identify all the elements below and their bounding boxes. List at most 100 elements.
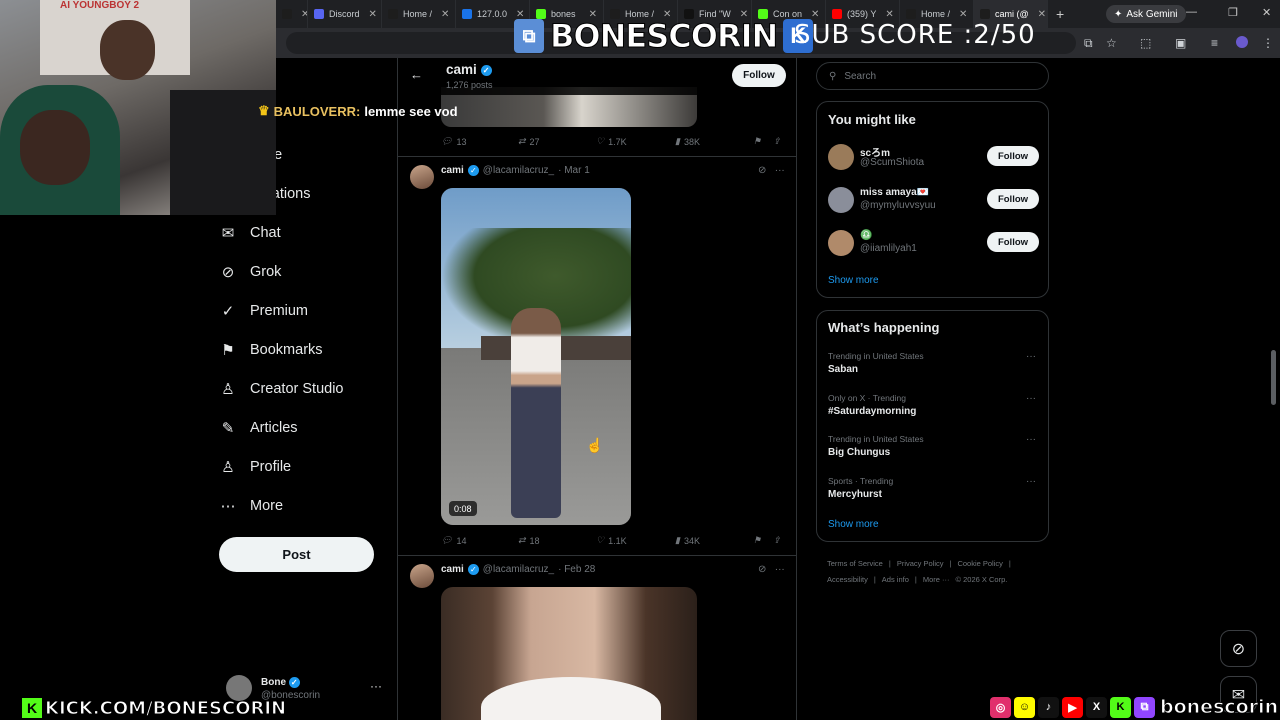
back-arrow-icon[interactable]: ←	[410, 67, 423, 82]
maximize-icon[interactable]: ❐	[1228, 6, 1238, 19]
tweet-header: cami ✓ @lacamilacruz_ · Feb 28	[441, 564, 595, 575]
search-input[interactable]: ⚲ Search	[816, 62, 1049, 90]
repost-button[interactable]: ⇄ 27	[518, 136, 540, 147]
tweet-author-name[interactable]: cami	[441, 165, 464, 176]
show-more-link[interactable]: Show more	[828, 519, 879, 530]
media-icon[interactable]: ≡	[1211, 36, 1218, 50]
bookmark-button[interactable]: ⚑	[753, 136, 761, 147]
trend-title: Saban	[828, 364, 859, 375]
tweet-author-handle[interactable]: @lacamilacruz_	[483, 564, 554, 575]
like-button[interactable]: ♡ 1.1K	[596, 535, 627, 546]
webcam-overlay: AI YOUNGBOY 2	[0, 0, 276, 215]
more-dots-icon[interactable]: ···	[775, 564, 785, 575]
social-handle: bonescorin	[1159, 696, 1279, 719]
close-tab-icon[interactable]: ✕	[1034, 9, 1046, 20]
nav-item-profile[interactable]: ♙ Profile	[220, 452, 291, 482]
footer-link[interactable]: Ads info	[882, 575, 909, 584]
bookmark-button[interactable]: ⚑	[753, 535, 761, 546]
more-dots-icon[interactable]: ···	[1026, 476, 1036, 487]
views-button[interactable]: ▮ 34K	[675, 535, 700, 546]
minimize-icon[interactable]: —	[1186, 6, 1197, 18]
tweet-date[interactable]: · Mar 1	[558, 165, 590, 176]
trend-item[interactable]: Trending in United States Saban ···	[828, 351, 1040, 381]
like-button[interactable]: ♡ 1.7K	[596, 136, 627, 147]
mouse-cursor-icon: ☝	[586, 437, 604, 453]
more-dots-icon[interactable]: ···	[1026, 434, 1036, 445]
scrollbar[interactable]	[1271, 350, 1276, 405]
close-tab-icon[interactable]: ✕	[955, 9, 967, 20]
share-button[interactable]: ⇪	[773, 136, 781, 147]
nav-item-creator[interactable]: ♙ Creator Studio	[220, 374, 344, 404]
nav-item-grok[interactable]: ⊘ Grok	[220, 257, 282, 287]
nav-item-article[interactable]: ✎ Articles	[220, 413, 298, 443]
profile-avatar-icon[interactable]	[1236, 36, 1248, 48]
browser-tab[interactable]: Home /✕	[382, 0, 456, 28]
suggestion-row[interactable]: scろm @ScumShiota Follow	[828, 142, 1040, 172]
grok-explain-icon[interactable]: ⊘	[758, 564, 766, 575]
tweet-video[interactable]: 0:08	[441, 188, 631, 525]
browser-tab[interactable]: Discord ✕	[308, 0, 382, 28]
grok-explain-icon[interactable]: ⊘	[758, 165, 766, 176]
follow-button[interactable]: Follow	[732, 64, 786, 87]
footer-link[interactable]: Cookie Policy	[957, 559, 1002, 568]
views-button[interactable]: ▮ 38K	[675, 136, 700, 147]
kick-icon: K	[22, 698, 42, 718]
close-window-icon[interactable]: ✕	[1262, 6, 1271, 19]
new-tab-icon[interactable]: +	[1048, 0, 1072, 28]
extensions-icon[interactable]: ⬚	[1140, 36, 1151, 50]
footer-link[interactable]: © 2026 X Corp.	[956, 575, 1008, 584]
trend-item[interactable]: Trending in United States Big Chungus ···	[828, 434, 1040, 464]
tab-label: 127.0.0	[477, 9, 508, 19]
browser-tab[interactable]: Home /✕	[276, 0, 308, 28]
footer-link[interactable]: More ···	[923, 575, 950, 584]
post-button[interactable]: Post	[219, 537, 374, 572]
more-dots-icon[interactable]: ···	[1026, 393, 1036, 404]
reply-button[interactable]: 💬︎ 13	[441, 136, 466, 147]
chat-username: BAULOVERR:	[273, 103, 361, 119]
nav-item-premium[interactable]: ✓ Premium	[220, 296, 308, 326]
footer-link[interactable]: Accessibility	[827, 575, 868, 584]
tweet-author-name[interactable]: cami	[441, 564, 464, 575]
footer-link[interactable]: Privacy Policy	[897, 559, 944, 568]
nav-item-bookmark[interactable]: ⚑ Bookmarks	[220, 335, 322, 365]
nav-item-mail[interactable]: ✉ Chat	[220, 218, 281, 248]
grok-icon[interactable]: ⊘	[1220, 630, 1257, 667]
more-dots-icon[interactable]: ···	[775, 165, 785, 176]
more-dots-icon[interactable]: ···	[370, 679, 382, 693]
footer-link[interactable]: Terms of Service	[827, 559, 883, 568]
youtube-icon: ▶	[1062, 696, 1083, 718]
sidepanel-icon[interactable]: ▣	[1175, 36, 1186, 50]
follow-button[interactable]: Follow	[987, 189, 1039, 209]
close-tab-icon[interactable]: ✕	[297, 9, 307, 20]
suggestion-row[interactable]: miss amaya💌 @mymyluvvsyuu Follow	[828, 185, 1040, 215]
divider	[398, 555, 796, 556]
follow-button[interactable]: Follow	[987, 232, 1039, 252]
profile-icon: ♙	[221, 459, 235, 476]
gemini-icon: ✦	[1114, 8, 1123, 20]
tweet-date[interactable]: · Feb 28	[558, 564, 595, 575]
star-icon[interactable]: ☆	[1106, 36, 1117, 50]
show-more-link[interactable]: Show more	[828, 275, 879, 286]
close-tab-icon[interactable]: ✕	[365, 9, 377, 20]
tweet-author-handle[interactable]: @lacamilacruz_	[483, 165, 554, 176]
tweet-image[interactable]	[441, 587, 697, 720]
follow-button[interactable]: Follow	[987, 146, 1039, 166]
ask-gemini-button[interactable]: ✦ Ask Gemini	[1106, 5, 1186, 23]
avatar[interactable]	[410, 165, 434, 189]
trend-item[interactable]: Sports · Trending Mercyhurst ···	[828, 476, 1040, 506]
close-tab-icon[interactable]: ✕	[437, 9, 449, 20]
menu-icon[interactable]: ⋮	[1262, 36, 1274, 50]
chat-message: ♛ BAULOVERR: lemme see vod	[258, 103, 458, 119]
close-tab-icon[interactable]: ✕	[881, 9, 893, 20]
avatar[interactable]	[410, 564, 434, 588]
nav-item-more[interactable]: ⋯ More	[220, 491, 284, 521]
reply-button[interactable]: 💬︎ 14	[441, 535, 466, 546]
more-dots-icon[interactable]: ···	[1026, 351, 1036, 362]
suggestion-row[interactable]: ♎ @iiamlilyah1 Follow	[828, 228, 1040, 258]
trend-item[interactable]: Only on X · Trending #Saturdaymorning ···	[828, 393, 1040, 423]
install-icon[interactable]: ⧉	[1084, 36, 1093, 51]
nav-item-label: Creator Studio	[250, 381, 344, 397]
share-button[interactable]: ⇪	[773, 535, 781, 546]
repost-button[interactable]: ⇄ 18	[518, 535, 540, 546]
tab-label: cami (@	[995, 9, 1029, 19]
